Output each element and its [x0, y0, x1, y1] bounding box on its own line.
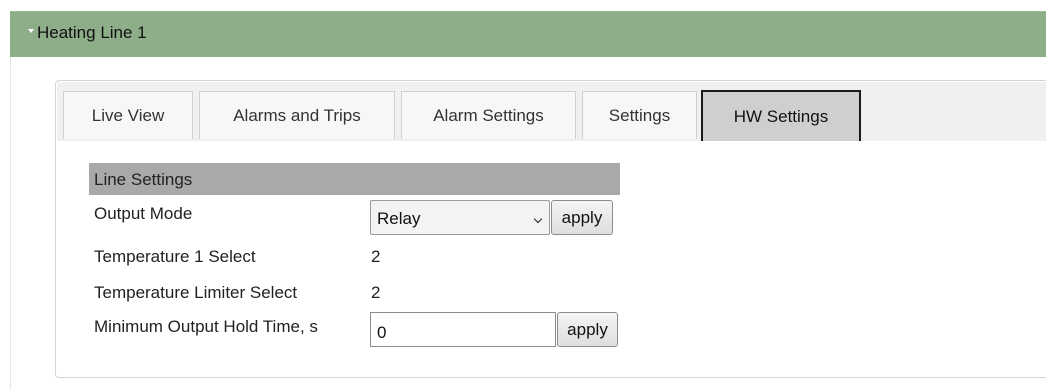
- temperature-limiter-select-value: 2: [371, 283, 381, 302]
- tab-live-view[interactable]: Live View: [63, 91, 193, 139]
- minimum-output-hold-time-input[interactable]: [370, 312, 556, 347]
- minimum-output-hold-time-label: Minimum Output Hold Time, s: [94, 317, 318, 336]
- chevron-down-icon: [533, 214, 543, 224]
- panel-title: Heating Line 1: [37, 23, 147, 42]
- section-title: Line Settings: [94, 170, 193, 189]
- output-mode-select[interactable]: Relay: [370, 200, 550, 235]
- tab-alarms-and-trips[interactable]: Alarms and Trips: [199, 91, 395, 139]
- tab-hw-settings[interactable]: HW Settings: [701, 90, 861, 141]
- output-mode-label: Output Mode: [94, 204, 193, 223]
- section-header: Line Settings: [89, 163, 620, 195]
- output-mode-apply-button[interactable]: apply: [551, 200, 613, 235]
- tab-settings[interactable]: Settings: [582, 91, 697, 139]
- temperature-1-select-value: 2: [371, 247, 381, 266]
- caret-down-icon[interactable]: [28, 29, 34, 33]
- temperature-1-select-label: Temperature 1 Select: [94, 247, 256, 266]
- panel-header[interactable]: Heating Line 1: [10, 11, 1046, 57]
- minimum-output-hold-time-apply-button[interactable]: apply: [557, 312, 618, 347]
- tab-alarm-settings[interactable]: Alarm Settings: [401, 91, 576, 139]
- temperature-limiter-select-label: Temperature Limiter Select: [94, 283, 298, 302]
- output-mode-selected-value: Relay: [377, 209, 421, 228]
